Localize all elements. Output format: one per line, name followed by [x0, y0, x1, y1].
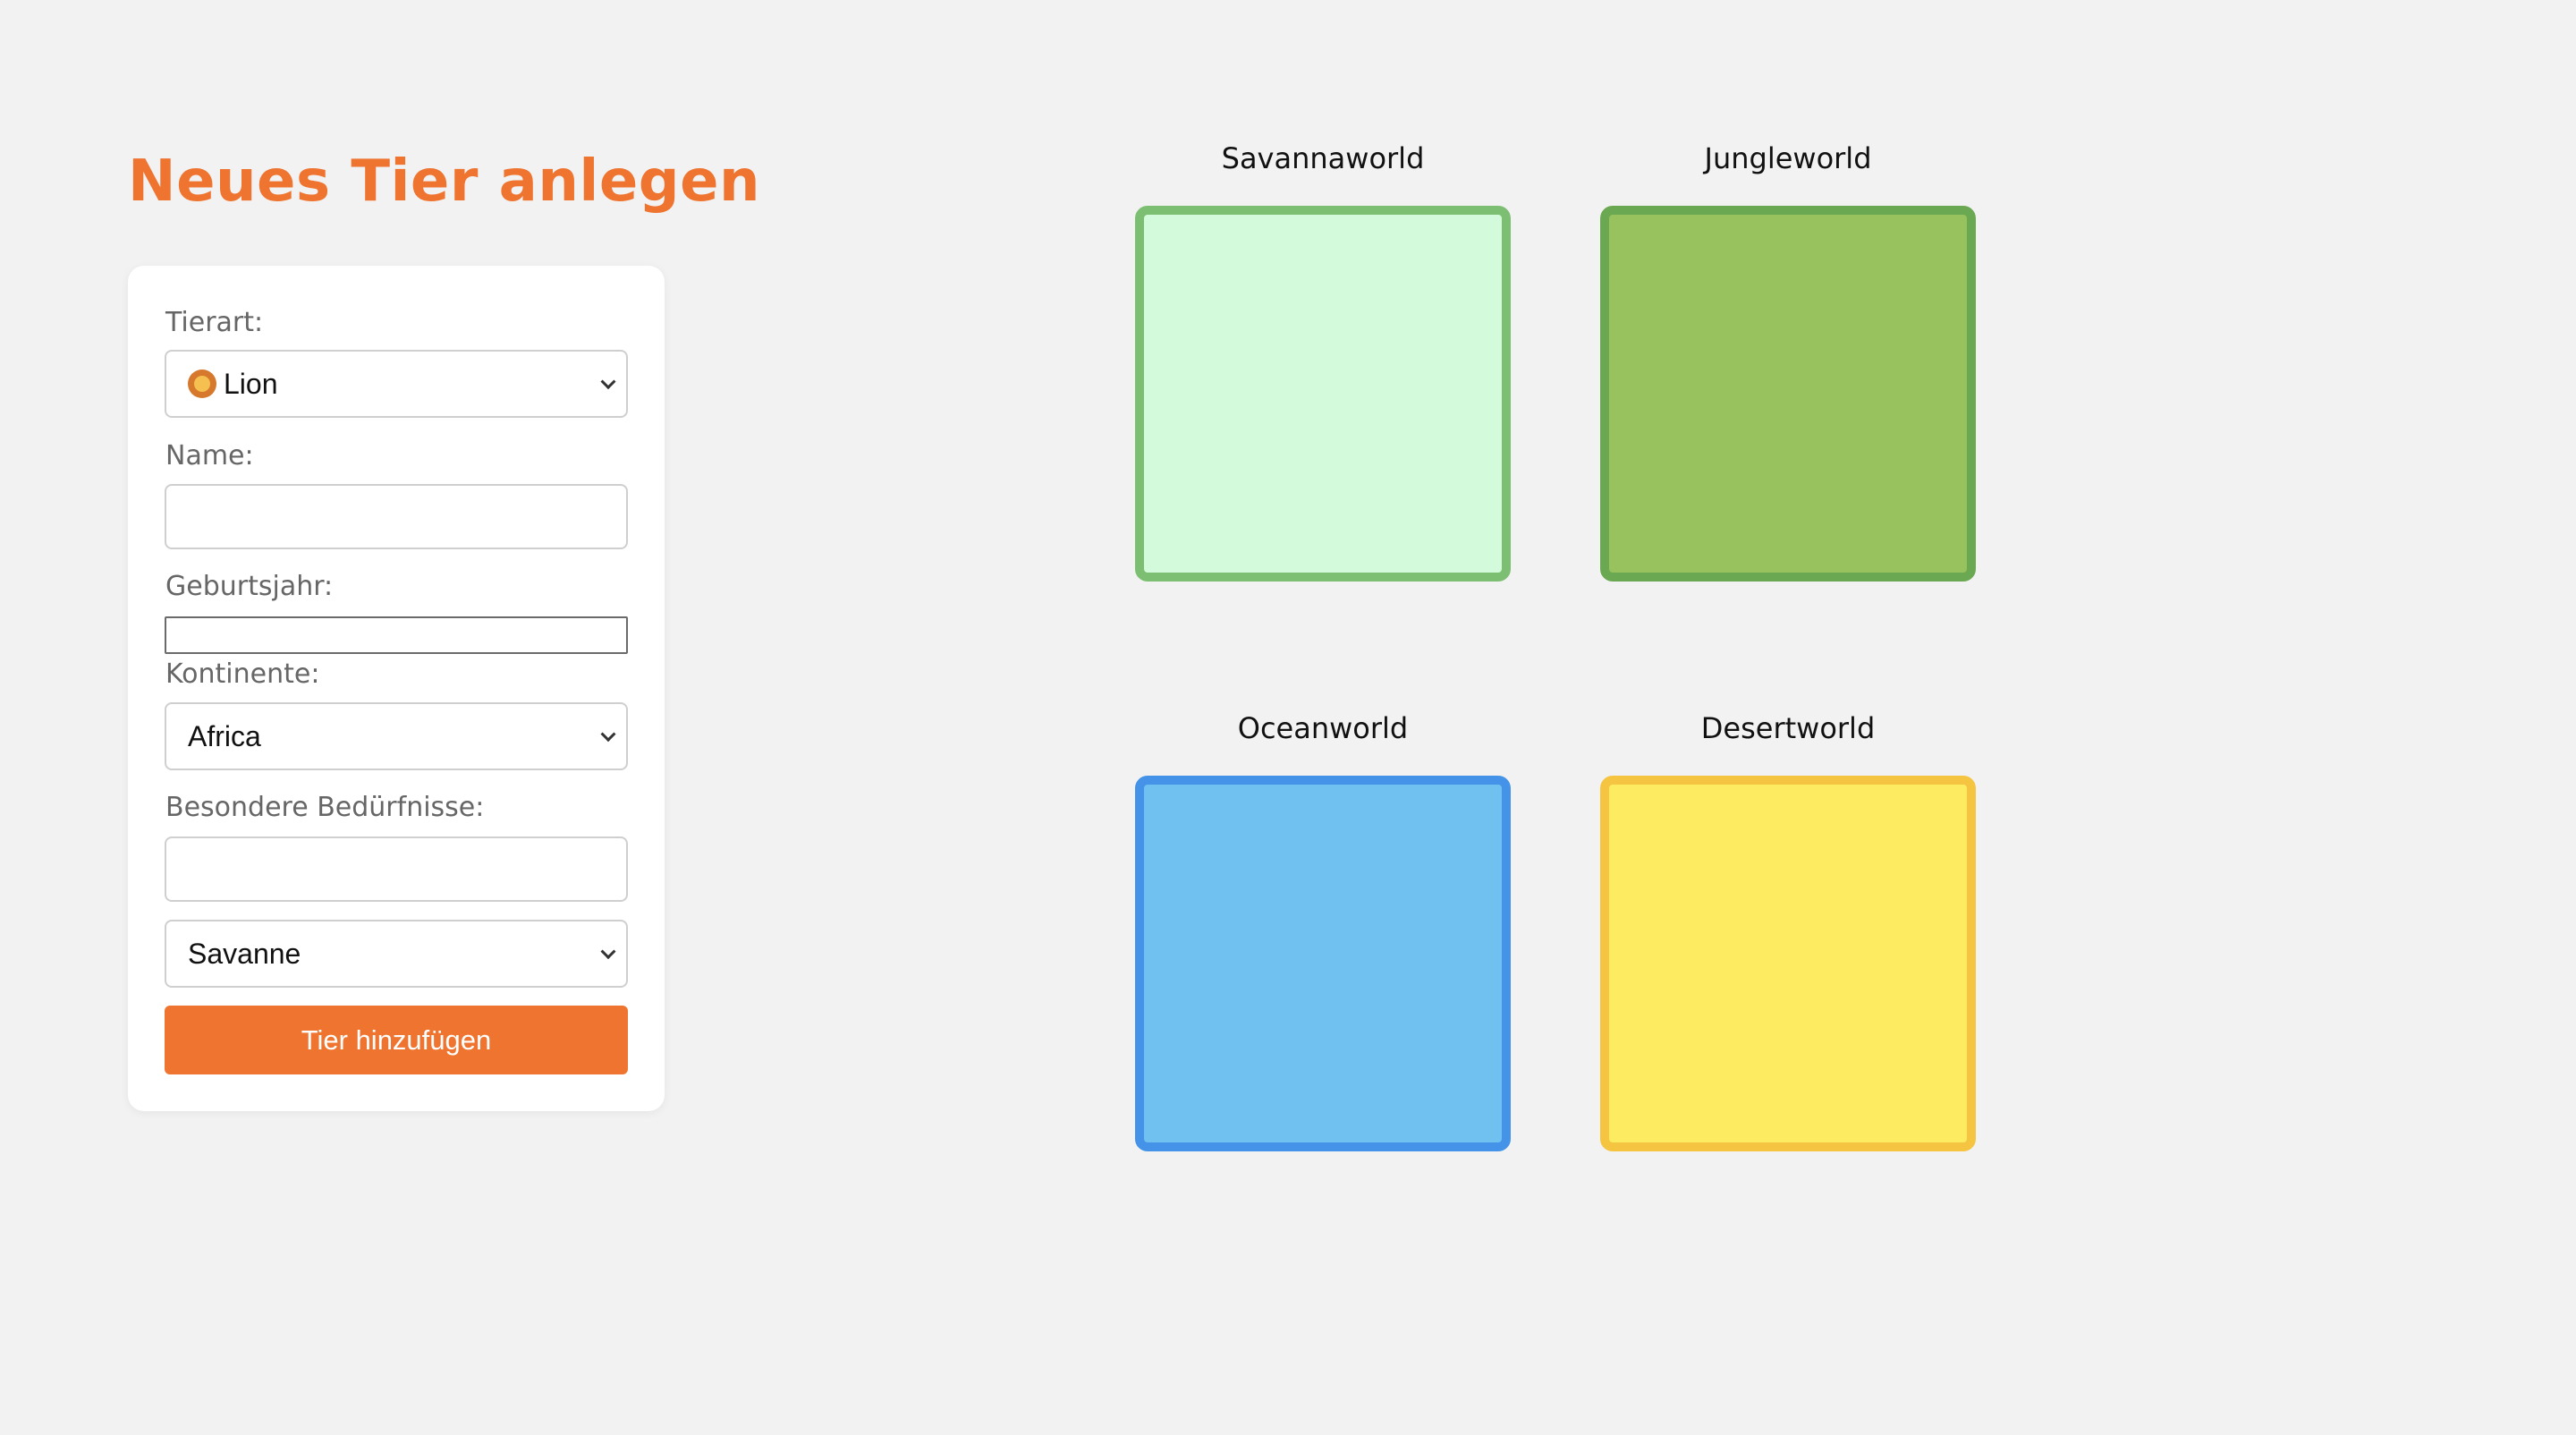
world-title-desertworld: Desertworld	[1700, 711, 1876, 745]
name-input[interactable]	[165, 484, 628, 549]
page: Neues Tier anlegen Tierart: Lion Name: G…	[0, 0, 2576, 1435]
world-title-jungleworld: Jungleworld	[1704, 141, 1872, 175]
world-title-oceanworld: Oceanworld	[1237, 711, 1409, 745]
species-selected-value: Lion	[224, 367, 278, 400]
page-title: Neues Tier anlegen	[128, 149, 761, 215]
species-select[interactable]: Lion	[165, 350, 628, 418]
chevron-down-icon	[600, 944, 616, 960]
continent-select[interactable]: Africa	[165, 702, 628, 770]
habitat-select[interactable]: Savanne	[165, 920, 628, 988]
lion-face-icon	[188, 369, 216, 398]
jungleworld-zone[interactable]	[1600, 206, 1976, 582]
birthyear-input[interactable]	[165, 616, 628, 654]
habitat-selected-value: Savanne	[188, 937, 301, 970]
continent-label: Kontinente:	[165, 658, 320, 690]
world-title-savannaworld: Savannaworld	[1221, 141, 1425, 175]
oceanworld-zone[interactable]	[1135, 776, 1511, 1151]
name-label: Name:	[165, 440, 254, 471]
chevron-down-icon	[600, 374, 616, 390]
desertworld-zone[interactable]	[1600, 776, 1976, 1151]
continent-selected-value: Africa	[188, 719, 261, 752]
savannaworld-zone[interactable]	[1135, 206, 1511, 582]
birthyear-label: Geburtsjahr:	[165, 571, 334, 602]
add-animal-button[interactable]: Tier hinzufügen	[165, 1006, 628, 1074]
species-label: Tierart:	[165, 307, 264, 338]
needs-label: Besondere Bedürfnisse:	[165, 792, 485, 823]
needs-input[interactable]	[165, 836, 628, 902]
chevron-down-icon	[600, 726, 616, 743]
